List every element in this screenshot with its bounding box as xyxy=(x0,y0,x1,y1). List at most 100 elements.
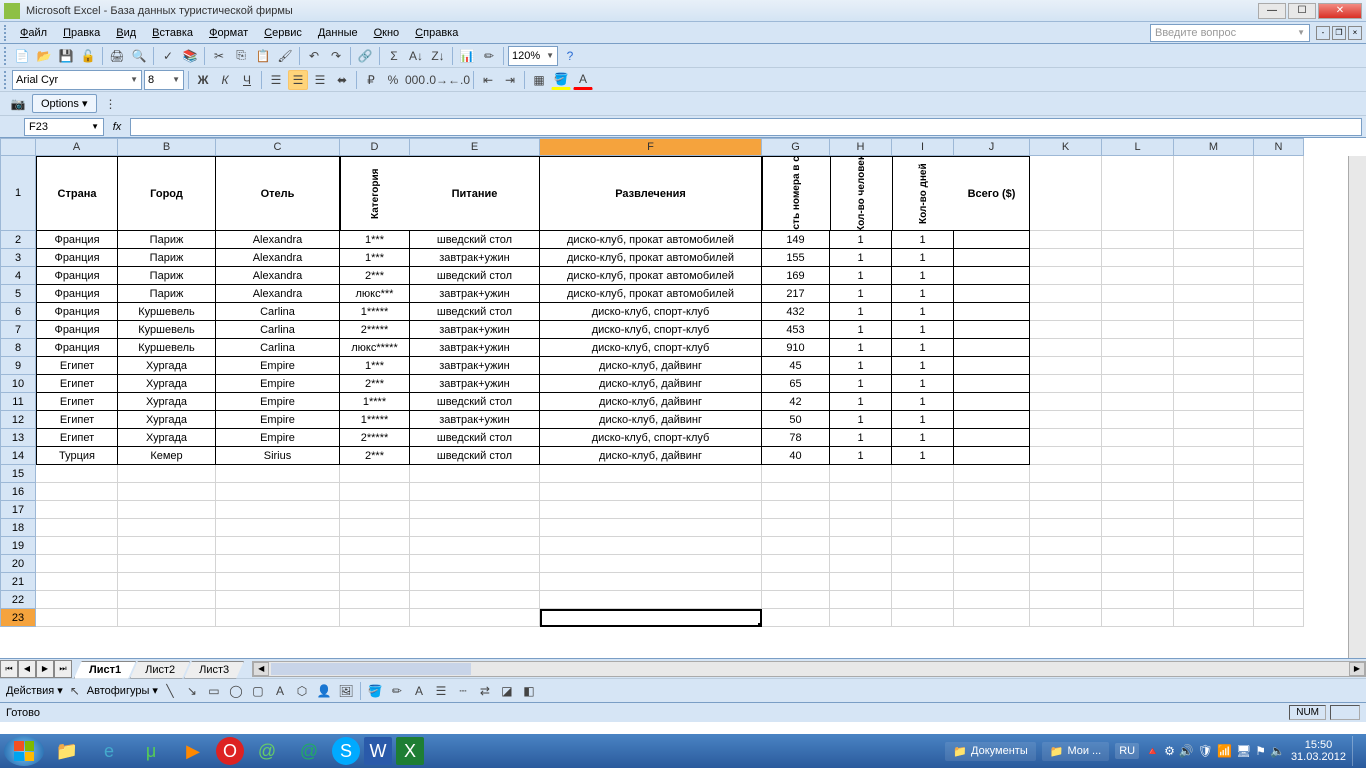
data-cell[interactable]: 1*** xyxy=(340,231,410,249)
empty-cell[interactable] xyxy=(118,591,216,609)
font-combo[interactable]: Arial Cyr▼ xyxy=(12,70,142,90)
data-cell[interactable]: завтрак+ужин xyxy=(410,285,540,303)
data-cell[interactable]: 1 xyxy=(830,321,892,339)
empty-cell[interactable] xyxy=(954,483,1030,501)
spreadsheet-grid[interactable]: ABCDEFGHIJKLMN 1234567891011121314151617… xyxy=(0,138,1366,658)
word-icon[interactable]: W xyxy=(364,737,392,765)
row-header-4[interactable]: 4 xyxy=(0,267,36,285)
name-box[interactable]: F23▼ xyxy=(24,118,104,136)
tray-icon[interactable]: 🖥 xyxy=(1236,744,1251,758)
redo-button[interactable]: ↷ xyxy=(326,46,346,66)
options-button[interactable]: Options ▾ xyxy=(32,94,97,113)
select-objects-button[interactable]: ↖ xyxy=(65,681,85,701)
empty-cell[interactable] xyxy=(1030,591,1102,609)
start-button[interactable] xyxy=(4,736,44,766)
empty-cell[interactable] xyxy=(892,591,954,609)
empty-cell[interactable] xyxy=(118,537,216,555)
menu-вид[interactable]: Вид xyxy=(108,25,144,41)
empty-cell[interactable] xyxy=(340,519,410,537)
data-cell[interactable]: 40 xyxy=(762,447,830,465)
empty-cell[interactable] xyxy=(118,501,216,519)
empty-cell[interactable] xyxy=(410,483,540,501)
empty-cell[interactable] xyxy=(892,537,954,555)
empty-cell[interactable] xyxy=(892,483,954,501)
menu-файл[interactable]: Файл xyxy=(12,25,55,41)
data-cell[interactable]: Франция xyxy=(36,339,118,357)
data-cell[interactable]: завтрак+ужин xyxy=(410,339,540,357)
autosum-button[interactable]: Σ xyxy=(384,46,404,66)
data-cell[interactable]: Alexandra xyxy=(216,285,340,303)
decrease-decimal-button[interactable]: ←.0 xyxy=(449,70,469,90)
column-header-A[interactable]: A xyxy=(36,138,118,156)
increase-indent-button[interactable]: ⇥ xyxy=(500,70,520,90)
empty-cell[interactable] xyxy=(410,555,540,573)
empty-cell[interactable] xyxy=(830,555,892,573)
data-cell[interactable]: 1*** xyxy=(340,249,410,267)
data-cell[interactable]: Париж xyxy=(118,267,216,285)
empty-cell[interactable] xyxy=(1102,483,1174,501)
data-cell[interactable]: диско-клуб, дайвинг xyxy=(540,357,762,375)
empty-cell[interactable] xyxy=(830,519,892,537)
data-cell[interactable] xyxy=(1174,267,1254,285)
data-cell[interactable] xyxy=(954,339,1030,357)
empty-cell[interactable] xyxy=(36,465,118,483)
data-cell[interactable]: 1**** xyxy=(340,393,410,411)
data-cell[interactable]: 1 xyxy=(830,285,892,303)
autoshapes-button[interactable]: Автофигуры ▾ xyxy=(87,684,158,697)
sheet-tab-Лист1[interactable]: Лист1 xyxy=(74,661,136,679)
empty-cell[interactable] xyxy=(954,501,1030,519)
data-cell[interactable] xyxy=(954,249,1030,267)
empty-cell[interactable] xyxy=(830,591,892,609)
data-cell[interactable]: 453 xyxy=(762,321,830,339)
data-cell[interactable] xyxy=(1174,303,1254,321)
data-cell[interactable] xyxy=(1102,285,1174,303)
empty-cell[interactable] xyxy=(340,591,410,609)
mdi-restore-button[interactable]: ❐ xyxy=(1332,26,1346,40)
header-cell[interactable] xyxy=(1174,156,1254,231)
tab-next-button[interactable]: ▶ xyxy=(36,660,54,678)
agent-icon[interactable]: @ xyxy=(290,737,328,765)
copy-button[interactable]: ⎘ xyxy=(231,46,251,66)
empty-cell[interactable] xyxy=(954,465,1030,483)
empty-cell[interactable] xyxy=(1254,465,1304,483)
empty-cell[interactable] xyxy=(540,609,762,627)
empty-cell[interactable] xyxy=(1254,483,1304,501)
tray-icon[interactable]: ⚙ xyxy=(1164,744,1175,758)
tray-icon[interactable]: 📶 xyxy=(1217,744,1232,758)
empty-cell[interactable] xyxy=(410,609,540,627)
data-cell[interactable]: Куршевель xyxy=(118,303,216,321)
empty-cell[interactable] xyxy=(36,537,118,555)
empty-cell[interactable] xyxy=(1254,609,1304,627)
empty-cell[interactable] xyxy=(540,483,762,501)
merge-center-button[interactable]: ⬌ xyxy=(332,70,352,90)
empty-cell[interactable] xyxy=(1254,555,1304,573)
data-cell[interactable] xyxy=(1102,357,1174,375)
options-expand-button[interactable]: ⋮ xyxy=(101,94,121,114)
data-cell[interactable] xyxy=(1030,429,1102,447)
data-cell[interactable]: Empire xyxy=(216,429,340,447)
data-cell[interactable] xyxy=(1102,339,1174,357)
save-button[interactable]: 💾 xyxy=(56,46,76,66)
empty-cell[interactable] xyxy=(1030,609,1102,627)
scroll-left-button[interactable]: ◀ xyxy=(253,662,269,676)
empty-cell[interactable] xyxy=(1174,591,1254,609)
help-search-input[interactable]: Введите вопрос ▼ xyxy=(1150,24,1310,42)
data-cell[interactable] xyxy=(1174,447,1254,465)
empty-cell[interactable] xyxy=(1102,573,1174,591)
data-cell[interactable] xyxy=(1030,339,1102,357)
row-header-11[interactable]: 11 xyxy=(0,393,36,411)
data-cell[interactable] xyxy=(1254,303,1304,321)
empty-cell[interactable] xyxy=(954,519,1030,537)
data-cell[interactable] xyxy=(954,231,1030,249)
data-cell[interactable]: 1 xyxy=(830,447,892,465)
print-preview-button[interactable]: 🔍 xyxy=(129,46,149,66)
empty-cell[interactable] xyxy=(216,537,340,555)
data-cell[interactable]: диско-клуб, спорт-клуб xyxy=(540,303,762,321)
data-cell[interactable]: 1 xyxy=(892,357,954,375)
data-cell[interactable] xyxy=(1174,357,1254,375)
data-cell[interactable]: Франция xyxy=(36,249,118,267)
empty-cell[interactable] xyxy=(216,591,340,609)
data-cell[interactable]: Турция xyxy=(36,447,118,465)
vertical-scrollbar[interactable] xyxy=(1348,156,1366,658)
clock[interactable]: 15:50 31.03.2012 xyxy=(1291,739,1346,763)
